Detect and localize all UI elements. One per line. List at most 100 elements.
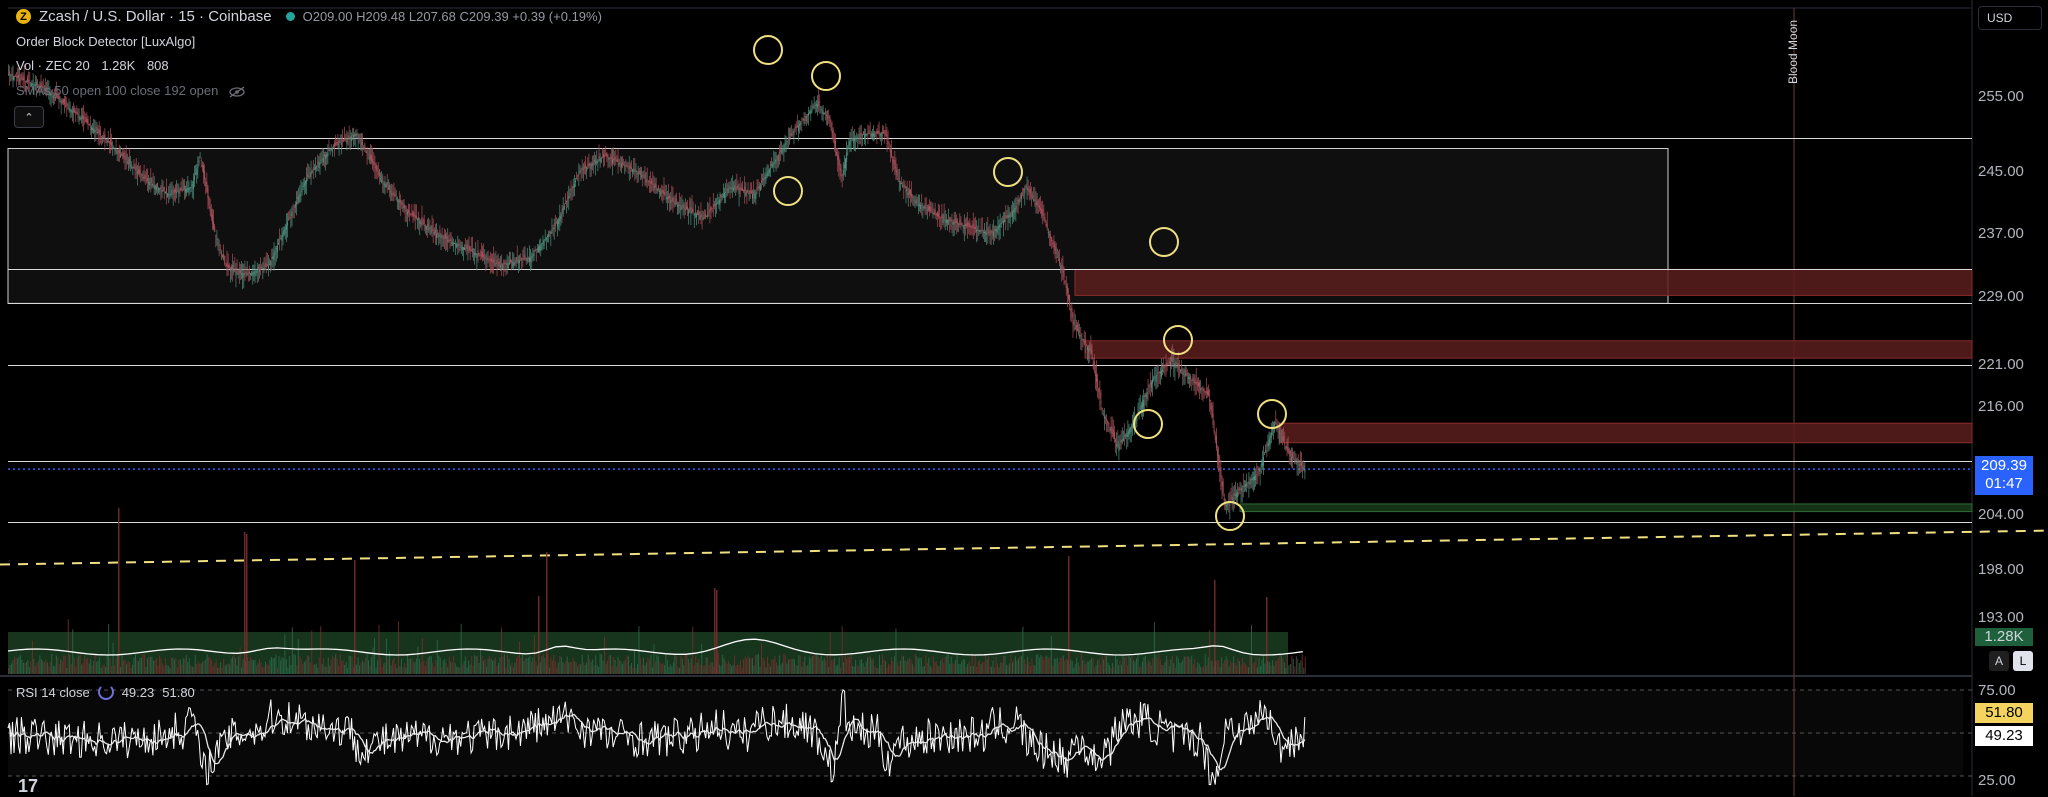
bull-candle [600, 158, 602, 163]
currency-selector[interactable]: USD [1978, 6, 2042, 30]
volume-bar [780, 664, 782, 674]
volume-bar [1056, 657, 1058, 674]
volume-bar [1197, 662, 1199, 674]
volume-bar [784, 655, 786, 674]
bull-candle [287, 222, 289, 226]
bull-candle [537, 247, 539, 252]
bull-candle [433, 232, 435, 235]
bear-candle [446, 236, 448, 239]
bear-candle [858, 134, 860, 137]
volume-bar [526, 658, 528, 674]
volume-bar [829, 631, 831, 674]
volume-bar [768, 663, 770, 674]
bear-candle [890, 150, 892, 157]
bear-candle [1215, 435, 1217, 448]
volume-bar [471, 656, 473, 674]
volume-bar [463, 660, 465, 674]
bear-candle [527, 257, 529, 259]
bear-candle [750, 190, 752, 194]
order-block-indicator-label[interactable]: Order Block Detector [LuxAlgo] [16, 34, 195, 49]
bear-candle [969, 222, 971, 228]
bull-candle [513, 261, 515, 266]
sma-indicator[interactable]: SMAs 50 open 100 close 192 open [16, 83, 246, 98]
bull-candle [808, 113, 810, 116]
bull-candle [159, 188, 161, 190]
bear-candle [470, 249, 472, 252]
bull-candle [1126, 433, 1128, 437]
volume-bar [276, 667, 278, 674]
rsi-header[interactable]: RSI 14 close 49.23 51.80 [16, 684, 195, 700]
bull-candle [92, 127, 94, 130]
volume-bar [771, 659, 773, 674]
volume-bar [982, 662, 984, 674]
volume-bar [804, 656, 806, 674]
hidden-eye-icon[interactable] [228, 86, 246, 98]
bear-candle [1038, 204, 1040, 209]
bear-candle [372, 159, 374, 164]
bear-candle [1067, 294, 1069, 300]
tradingview-logo[interactable]: 17 [18, 776, 38, 797]
bull-candle [543, 240, 545, 246]
volume-bar [1013, 659, 1015, 674]
volume-bar [365, 657, 367, 674]
volume-bar [861, 659, 863, 674]
volume-bar [831, 660, 833, 674]
volume-bar [1028, 661, 1030, 674]
bear-candle [1036, 201, 1038, 205]
volume-bar [469, 664, 471, 674]
volume-bar [1115, 654, 1117, 674]
bull-candle [1156, 374, 1158, 376]
volume-bar [402, 667, 404, 674]
volume-bar [695, 656, 697, 674]
volume-bar [1219, 667, 1221, 674]
volume-bar [397, 621, 399, 674]
log-scale-button[interactable]: L [2013, 651, 2033, 671]
bear-candle [1019, 196, 1021, 198]
bear-candle [145, 179, 147, 181]
volume-bar [248, 661, 250, 674]
volume-bar [399, 666, 401, 674]
bear-candle [711, 207, 713, 209]
bear-candle [627, 165, 629, 168]
volume-indicator[interactable]: Vol · ZEC 20 1.28K 808 [16, 58, 169, 73]
volume-bar [432, 662, 434, 674]
bear-candle [910, 189, 912, 196]
bear-candle [414, 214, 416, 218]
bull-candle [191, 184, 193, 186]
bear-candle [386, 182, 388, 187]
bear-candle [24, 80, 26, 82]
bull-candle [428, 227, 430, 230]
bear-candle [1190, 375, 1192, 380]
price-tick: 193.00 [1978, 609, 2024, 626]
symbol-title[interactable]: Zcash / U.S. Dollar · 15 · Coinbase [39, 8, 272, 25]
price-chart[interactable] [0, 0, 2048, 796]
collapse-legend-button[interactable]: ⌃ [14, 106, 44, 128]
volume-bar [468, 660, 470, 674]
volume-bar [1159, 659, 1161, 674]
bull-candle [1141, 402, 1143, 410]
bear-candle [1050, 235, 1052, 239]
volume-bar [548, 667, 550, 674]
volume-bar [19, 655, 21, 674]
bull-candle [383, 182, 385, 185]
volume-bar [445, 663, 447, 674]
bull-candle [690, 211, 692, 213]
volume-bar [747, 655, 749, 674]
bull-candle [722, 194, 724, 197]
bull-candle [253, 271, 255, 274]
bull-candle [1004, 219, 1006, 222]
volume-bar [539, 662, 541, 674]
bull-candle [285, 224, 287, 230]
auto-scale-button[interactable]: A [1989, 651, 2009, 671]
volume-bar [584, 665, 586, 674]
bear-candle [974, 227, 976, 230]
bull-candle [874, 133, 876, 138]
volume-bar [626, 655, 628, 674]
volume-bar [197, 661, 199, 674]
current-price-value: 209.39 [1981, 457, 2027, 474]
volume-bar [353, 667, 355, 674]
bear-candle [226, 261, 228, 267]
bear-candle [961, 222, 963, 225]
bear-candle [374, 166, 376, 168]
volume-bar [31, 640, 33, 674]
